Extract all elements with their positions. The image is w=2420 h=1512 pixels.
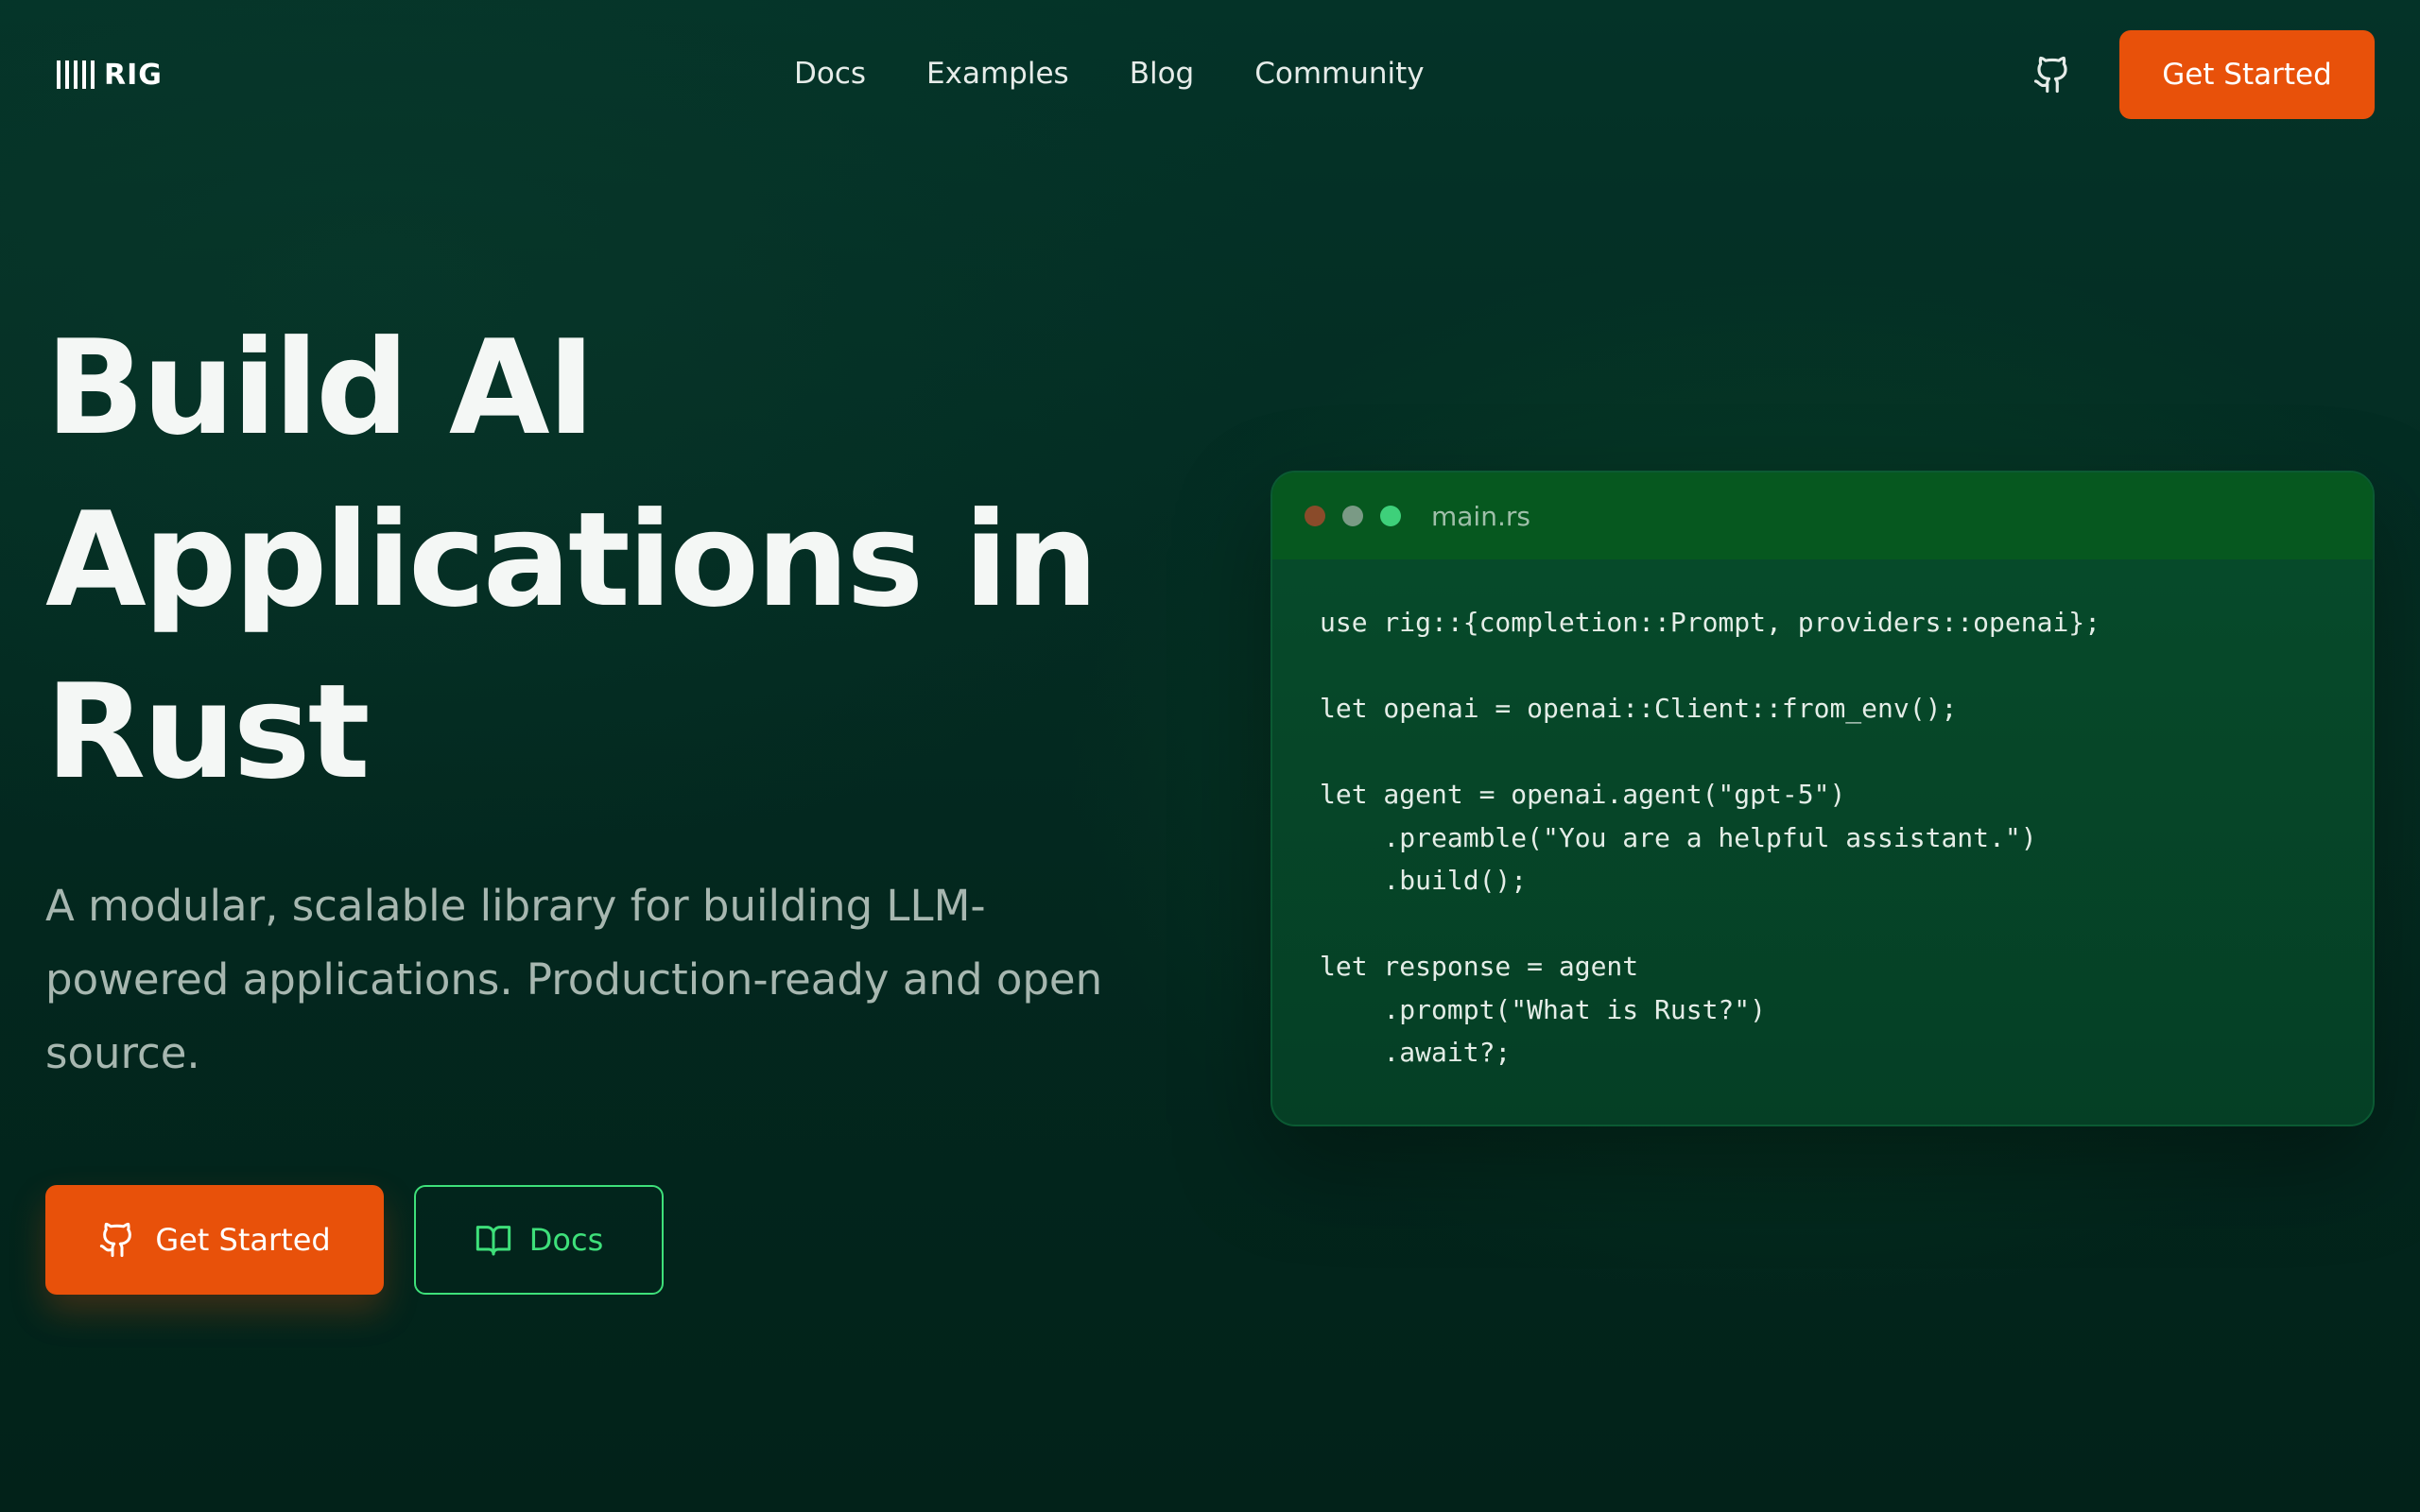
code-line: .build();	[1320, 865, 1528, 896]
code-filename: main.rs	[1431, 500, 1530, 532]
code-line: let agent = openai.agent("gpt-5")	[1320, 779, 1846, 810]
window-minimize-dot	[1342, 506, 1363, 526]
nav-link-community[interactable]: Community	[1254, 53, 1424, 94]
hero-docs-button[interactable]: Docs	[414, 1185, 664, 1295]
nav-link-docs[interactable]: Docs	[794, 53, 866, 94]
code-window-header: main.rs	[1272, 472, 2373, 559]
code-body: use rig::{completion::Prompt, providers:…	[1272, 559, 2373, 1125]
code-line: .await?;	[1320, 1037, 1512, 1068]
logo-text: RIG	[104, 58, 163, 92]
window-maximize-dot	[1380, 506, 1401, 526]
hero-get-started-label: Get Started	[155, 1222, 331, 1258]
code-line: .preamble("You are a helpful assistant."…	[1320, 821, 2037, 853]
github-icon	[98, 1221, 136, 1259]
github-icon[interactable]	[2032, 55, 2072, 94]
window-close-dot	[1305, 506, 1325, 526]
code-line: .prompt("What is Rust?")	[1320, 993, 1767, 1025]
code-window: main.rs use rig::{completion::Prompt, pr…	[1270, 471, 2375, 1126]
code-line: use rig::{completion::Prompt, providers:…	[1320, 607, 2101, 638]
nav-link-examples[interactable]: Examples	[926, 53, 1069, 94]
hero-title: Build AI Applications in Rust	[45, 312, 1098, 808]
logo-bars-icon	[57, 60, 95, 89]
code-line: let openai = openai::Client::from_env();	[1320, 693, 1958, 724]
top-nav: RIG Docs Examples Blog Community Get Sta…	[0, 0, 2420, 151]
rig-logo[interactable]: RIG	[57, 58, 163, 92]
book-icon	[475, 1221, 512, 1259]
hero-docs-label: Docs	[528, 1222, 604, 1258]
hero-subtitle: A modular, scalable library for building…	[45, 881, 1103, 1078]
code-line: let response = agent	[1320, 951, 1639, 982]
nav-link-blog[interactable]: Blog	[1130, 53, 1195, 94]
hero-get-started-button[interactable]: Get Started	[45, 1185, 384, 1295]
nav-get-started-button[interactable]: Get Started	[2119, 30, 2375, 119]
nav-links: Docs Examples Blog Community	[794, 53, 1425, 94]
